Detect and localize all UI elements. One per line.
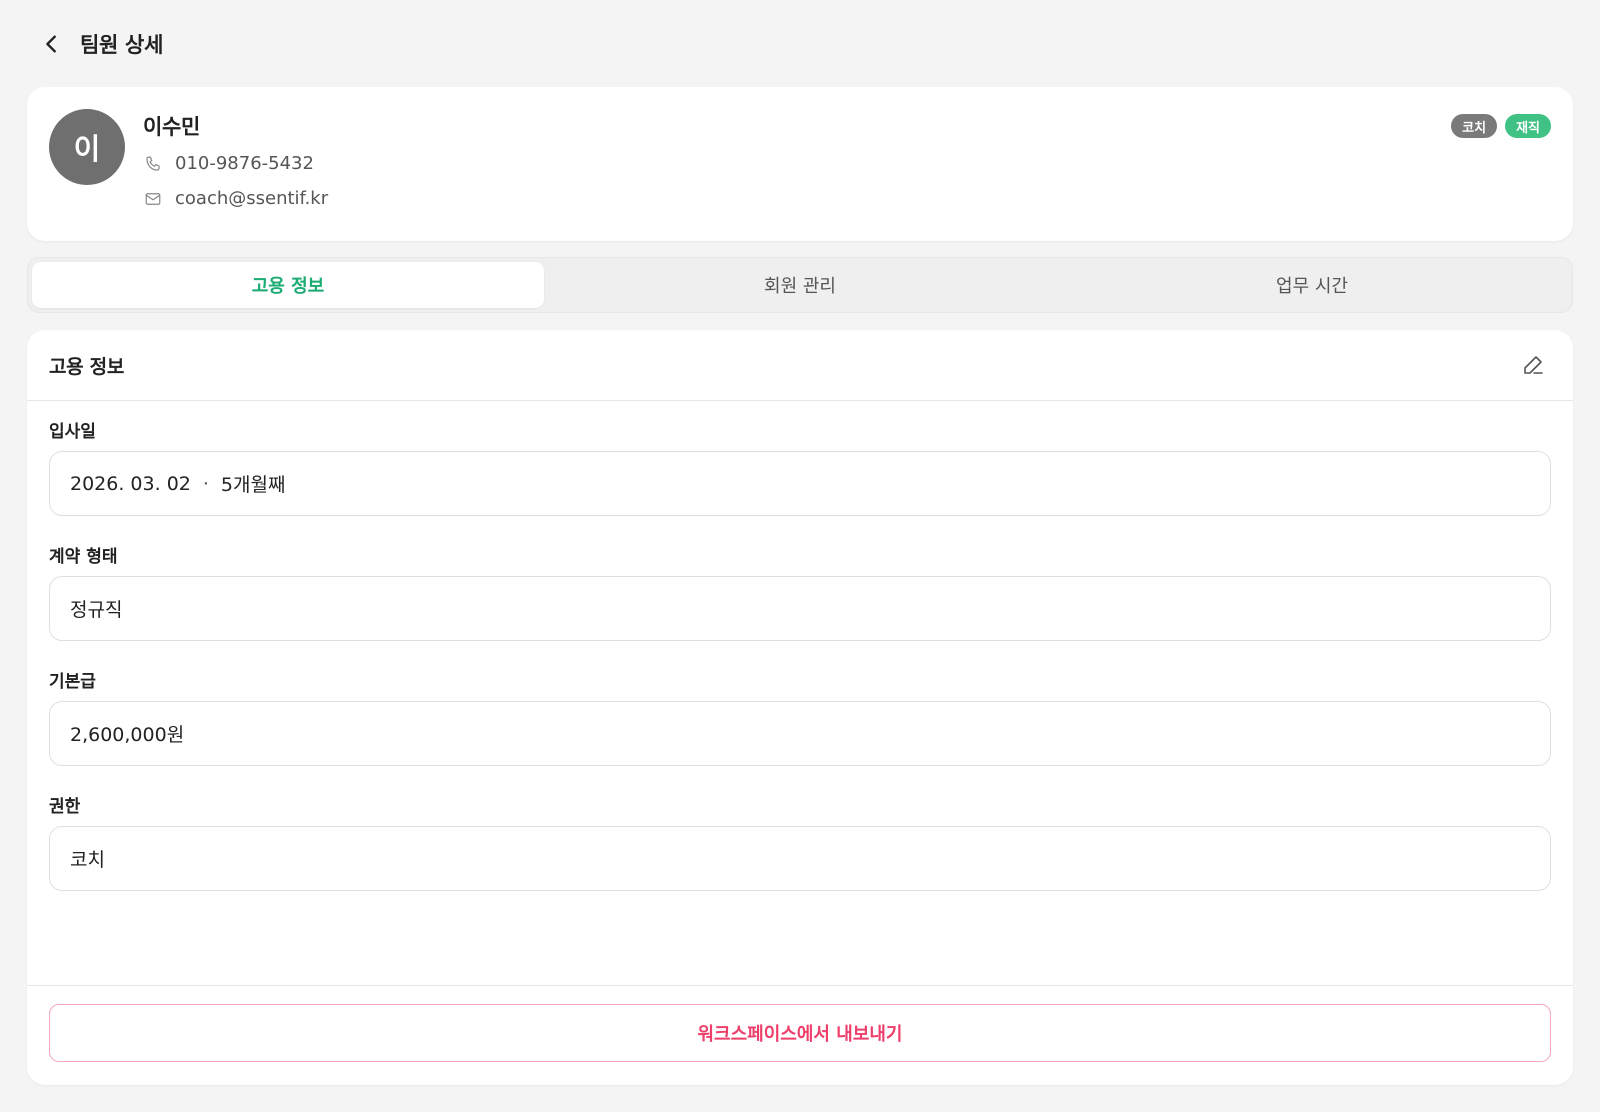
role-label: 권한	[49, 797, 81, 817]
header: 팀원 상세	[0, 0, 1600, 88]
tab-bar: 고용 정보 회원 관리 업무 시간	[27, 257, 1573, 313]
hire-date-field: 2026. 03. 02 · 5개월째	[49, 451, 1551, 516]
badges: 코치 재직	[1451, 114, 1551, 138]
email-row: coach@ssentif.kr	[143, 188, 328, 209]
footer-divider	[27, 985, 1573, 986]
pencil-icon	[1524, 356, 1543, 374]
hire-date-label: 입사일	[49, 422, 96, 442]
tenure-value: 5개월째	[220, 474, 286, 496]
tab-member-management[interactable]: 회원 관리	[544, 262, 1056, 308]
page-title: 팀원 상세	[80, 33, 164, 57]
hire-date-value: 2026. 03. 02	[70, 472, 191, 495]
section-title: 고용 정보	[49, 355, 125, 378]
phone-icon	[143, 154, 163, 174]
mail-icon	[143, 189, 163, 209]
status-badge: 재직	[1505, 114, 1551, 138]
tab-work-hours[interactable]: 업무 시간	[1056, 262, 1568, 308]
section-header: 고용 정보	[27, 330, 1573, 401]
role-badge: 코치	[1451, 114, 1498, 138]
role-field: 코치	[49, 826, 1551, 891]
phone-number: 010-9876-5432	[175, 153, 314, 174]
profile-card: 이 이수민 010-9876-5432 coach@ssentif.kr 코치 …	[27, 87, 1573, 241]
tab-employment[interactable]: 고용 정보	[32, 262, 544, 308]
chevron-left-icon	[46, 35, 56, 53]
phone-row: 010-9876-5432	[143, 153, 314, 174]
employment-card: 고용 정보 입사일 2026. 03. 02 · 5개월째 계약 형태 정규직 …	[27, 330, 1573, 1085]
edit-button[interactable]	[1519, 351, 1547, 379]
contract-label: 계약 형태	[49, 547, 118, 567]
separator-dot: ·	[202, 472, 209, 495]
email-address: coach@ssentif.kr	[175, 188, 329, 209]
export-from-workspace-button[interactable]: 워크스페이스에서 내보내기	[49, 1004, 1551, 1062]
profile-name: 이수민	[143, 115, 201, 139]
back-button[interactable]	[40, 32, 64, 56]
salary-label: 기본급	[49, 672, 96, 692]
salary-field: 2,600,000원	[49, 701, 1551, 766]
page: 팀원 상세 이 이수민 010-9876-5432 coach@ssentif.…	[0, 0, 1600, 1112]
avatar: 이	[49, 109, 125, 185]
contract-field: 정규직	[49, 576, 1551, 641]
